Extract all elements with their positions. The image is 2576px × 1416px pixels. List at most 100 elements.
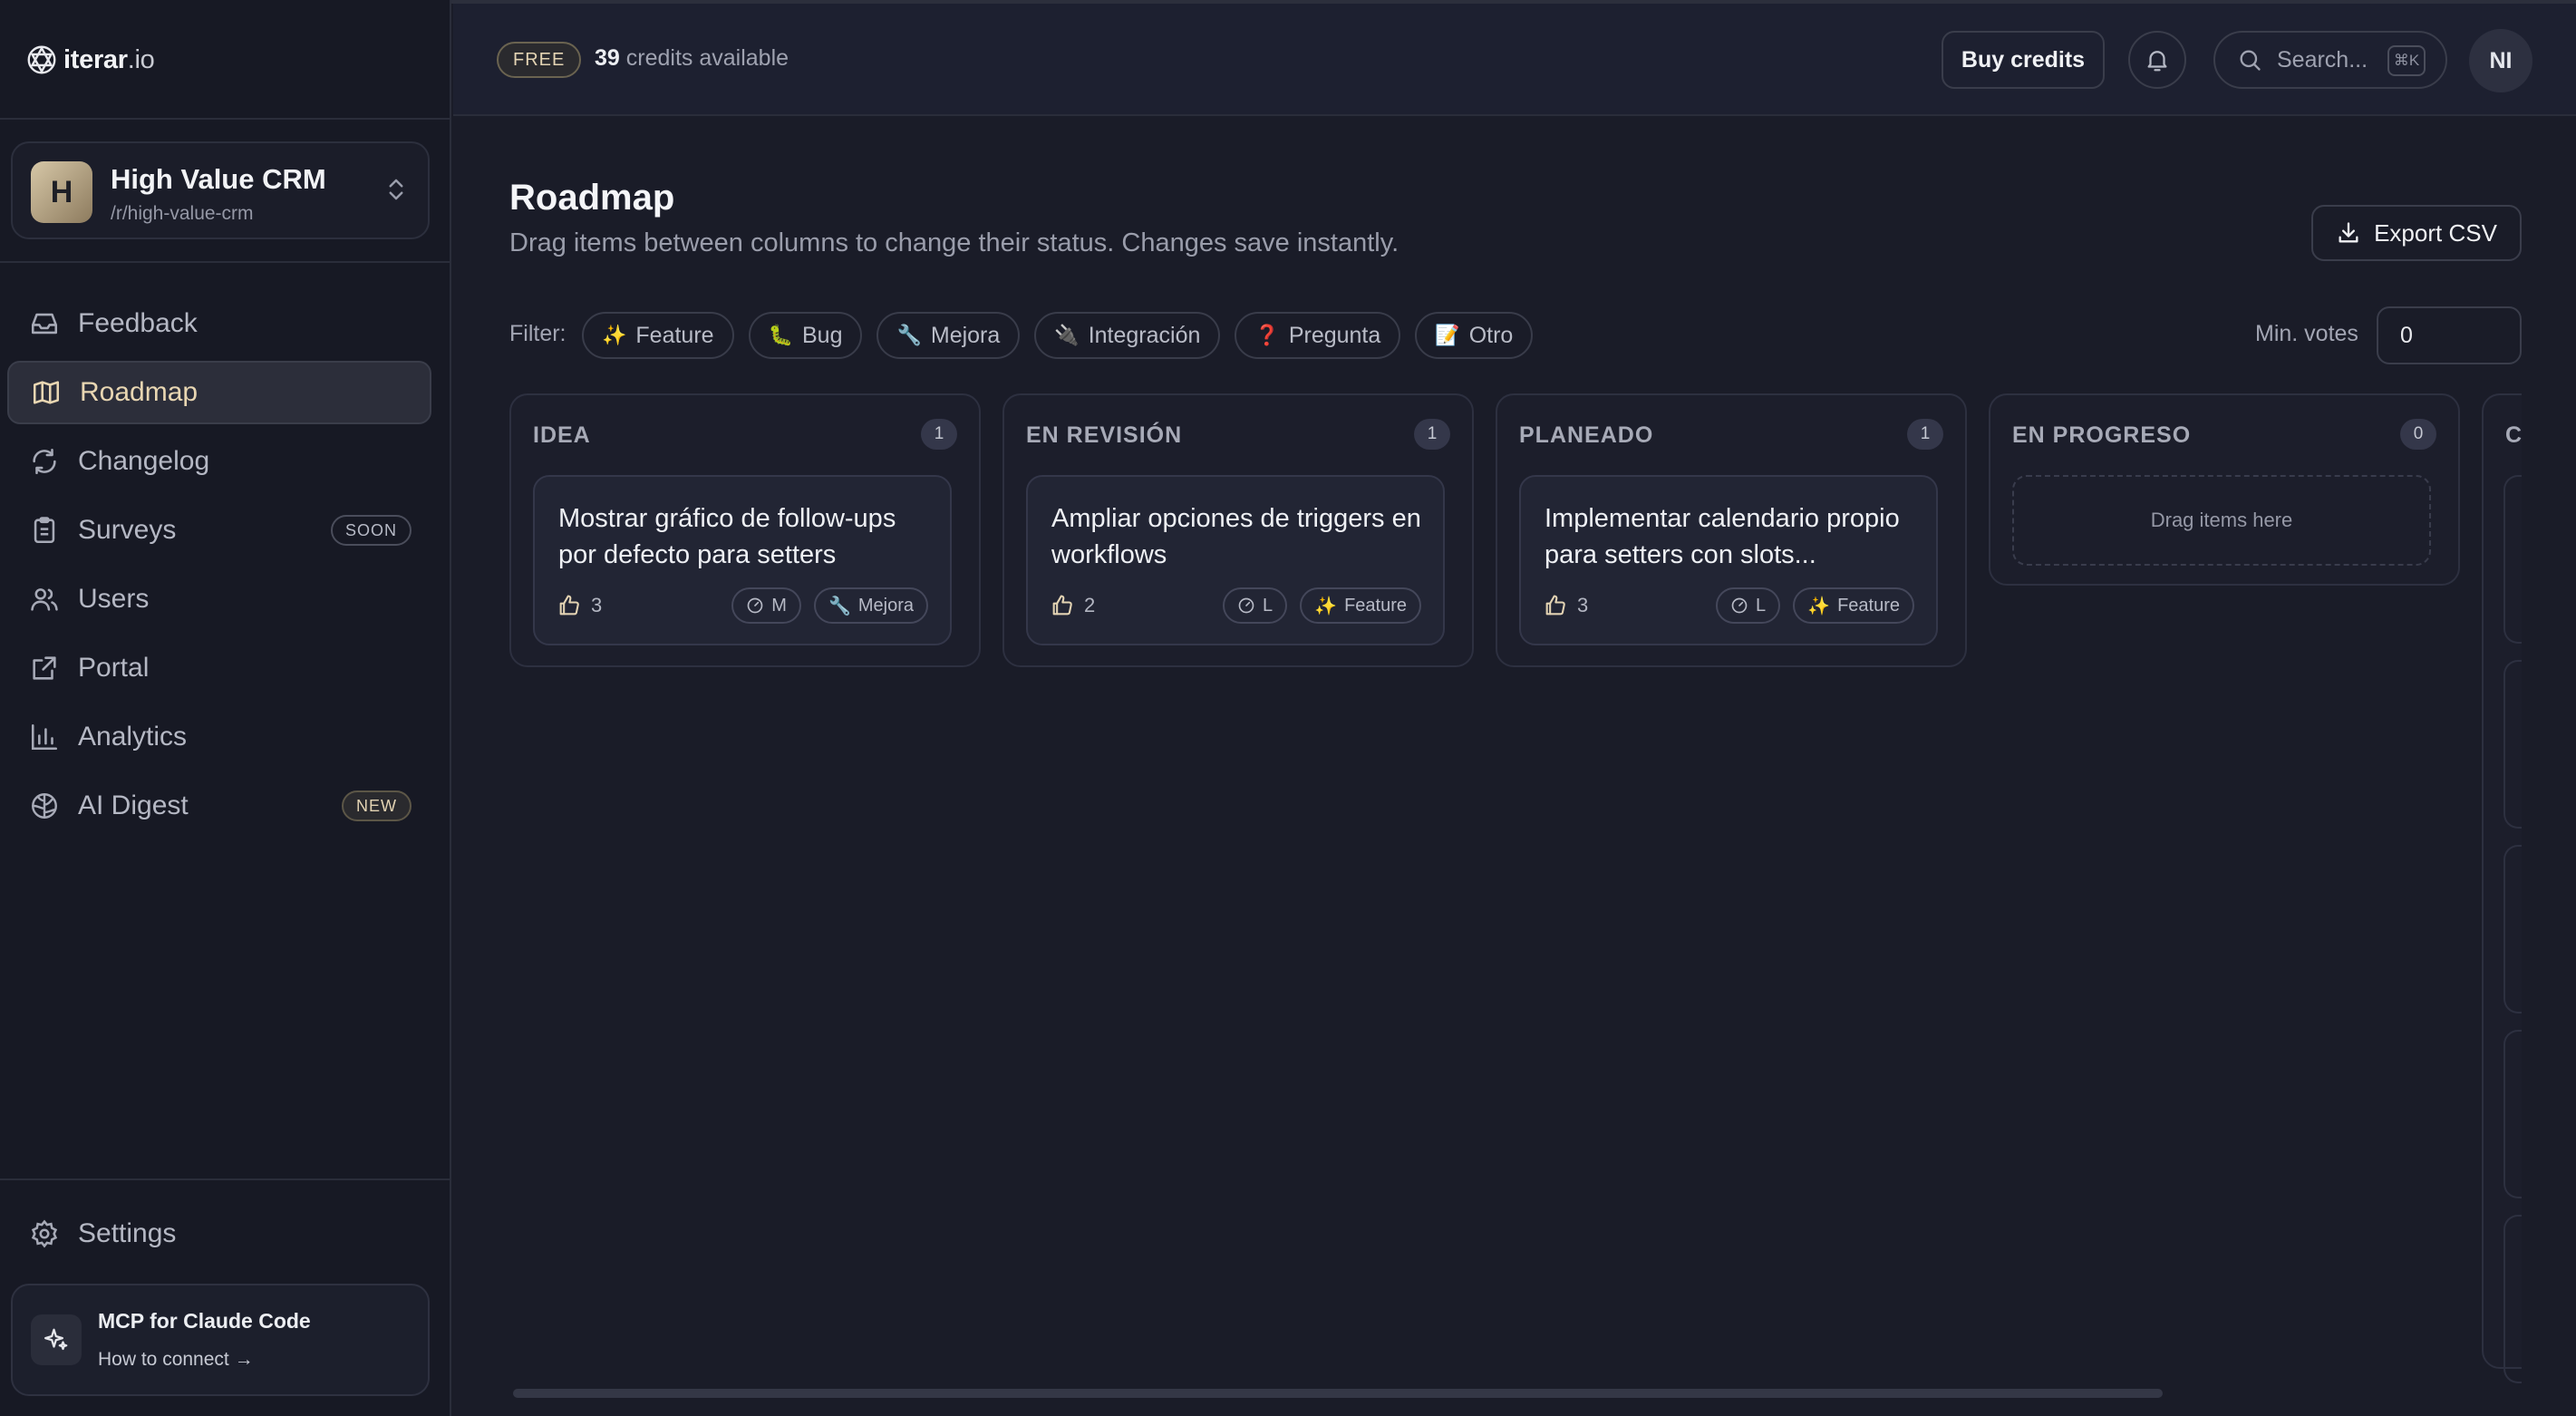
roadmap-card[interactable]: Ampliar opciones de triggers en workflow… (1026, 475, 1445, 645)
min-votes-input[interactable] (2377, 306, 2522, 364)
refresh-icon (33, 448, 56, 475)
vote-count[interactable]: 3 (1543, 593, 1588, 618)
card-tags: L ✨ Feature (1223, 587, 1421, 624)
sidebar-item-label: Portal (78, 653, 150, 683)
roadmap-card[interactable] (2503, 1215, 2522, 1383)
gauge-icon (1238, 597, 1254, 614)
column-title: EN PROGRESO (2012, 422, 2192, 448)
sidebar-item-surveys[interactable]: Surveys SOON (7, 499, 431, 562)
chip-label: Integración (1088, 322, 1201, 348)
mcp-title: MCP for Claude Code (98, 1309, 311, 1333)
search-button[interactable]: Search... ⌘K (2213, 31, 2447, 89)
filter-chip-pregunta[interactable]: ❓ Pregunta (1235, 312, 1401, 359)
new-badge: NEW (342, 790, 412, 821)
card-title: Mostrar gráfico de follow-ups por defect… (558, 504, 896, 569)
memo-emoji-icon: 📝 (1435, 324, 1460, 346)
type-tag: ✨ Feature (1793, 587, 1914, 624)
type-label: Feature (1344, 595, 1407, 616)
thumbs-up-icon (559, 595, 579, 616)
sidebar-item-roadmap[interactable]: Roadmap (7, 361, 431, 424)
board-horizontal-scrollbar[interactable] (513, 1389, 2163, 1398)
roadmap-board: IDEA 1 Mostrar gráfico de follow-ups por… (509, 393, 2522, 1391)
sidebar-item-changelog[interactable]: Changelog (7, 430, 431, 493)
card-title: Ampliar opciones de triggers en workflow… (1051, 504, 1421, 569)
column-idea: IDEA 1 Mostrar gráfico de follow-ups por… (509, 393, 981, 667)
vote-number: 2 (1084, 594, 1096, 616)
sidebar-item-settings[interactable]: Settings (29, 1218, 176, 1249)
filter-chip-feature[interactable]: ✨ Feature (582, 312, 734, 359)
sidebar-item-label: Analytics (78, 722, 188, 752)
search-icon (2240, 50, 2261, 71)
page-title: Roadmap (509, 178, 675, 218)
column-title: IDEA (533, 422, 591, 448)
project-switcher[interactable]: H High Value CRM /r/high-value-crm (11, 141, 430, 239)
type-label: Feature (1837, 595, 1900, 616)
brand-mark-icon (27, 45, 56, 74)
brand-logo[interactable]: iterar.io (25, 40, 155, 80)
filter-chip-mejora[interactable]: 🔧 Mejora (876, 312, 1021, 359)
sidebar-item-feedback[interactable]: Feedback (7, 292, 431, 355)
card-title: Implementar calendario propio para sette… (1545, 504, 1900, 569)
credits-indicator: 39 credits available (595, 45, 789, 71)
column-title: EN REVISIÓN (1026, 422, 1183, 448)
sparkles-icon (31, 1314, 82, 1365)
sidebar: iterar.io H High Value CRM /r/high-value… (0, 0, 451, 1416)
sidebar-item-label: Changelog (78, 446, 210, 476)
sidebar-item-ai-digest[interactable]: AI Digest NEW (7, 774, 431, 838)
size-tag: L (1716, 587, 1781, 624)
column-en-progreso: EN PROGRESO 0 Drag items here (1989, 393, 2460, 586)
roadmap-card[interactable] (2503, 1030, 2522, 1198)
map-icon (33, 381, 60, 404)
thumbs-up-icon (1052, 595, 1072, 616)
sidebar-divider (0, 1178, 451, 1180)
size-label: M (771, 595, 787, 616)
clipboard-icon (34, 517, 55, 544)
type-tag: ✨ Feature (1300, 587, 1421, 624)
roadmap-card[interactable] (2503, 845, 2522, 1014)
mcp-promo-card[interactable]: MCP for Claude Code How to connect → (11, 1284, 430, 1396)
sparkles-emoji-icon: ✨ (602, 324, 627, 346)
roadmap-card[interactable]: Mostrar gráfico de follow-ups por defect… (533, 475, 952, 645)
export-csv-button[interactable]: Export CSV (2311, 205, 2522, 261)
roadmap-card[interactable]: Implementar calendario propio para sette… (1519, 475, 1938, 645)
size-tag: L (1223, 587, 1288, 624)
vote-count[interactable]: 2 (1050, 593, 1095, 618)
bar-chart-icon (31, 723, 58, 751)
sidebar-divider (0, 261, 451, 263)
filter-chip-bug[interactable]: 🐛 Bug (748, 312, 863, 359)
user-avatar[interactable]: NI (2469, 29, 2532, 92)
brand-name: iterar.io (63, 44, 155, 74)
gauge-icon (1731, 597, 1748, 614)
mcp-connect-link[interactable]: How to connect → (98, 1349, 254, 1371)
vote-count[interactable]: 3 (557, 593, 602, 618)
filter-chip-otro[interactable]: 📝 Otro (1415, 312, 1534, 359)
search-shortcut: ⌘K (2387, 45, 2426, 76)
vote-number: 3 (1577, 594, 1589, 616)
size-label: L (1263, 595, 1273, 616)
plan-badge: FREE (497, 42, 582, 78)
filter-chips: ✨ Feature 🐛 Bug 🔧 Mejora 🔌 Integración ❓ Preg… (582, 312, 1534, 359)
project-avatar: H (31, 161, 92, 223)
wrench-emoji-icon: 🔧 (896, 324, 922, 346)
chip-label: Pregunta (1288, 322, 1381, 348)
sidebar-item-label: Users (78, 584, 150, 614)
sidebar-item-users[interactable]: Users (7, 567, 431, 631)
roadmap-card[interactable] (2503, 660, 2522, 829)
buy-credits-button[interactable]: Buy credits (1942, 31, 2105, 89)
project-name: High Value CRM (111, 163, 326, 195)
notifications-button[interactable] (2128, 31, 2186, 89)
filter-chip-integracion[interactable]: 🔌 Integración (1034, 312, 1221, 359)
sidebar-item-label: AI Digest (78, 790, 189, 820)
sidebar-item-analytics[interactable]: Analytics (7, 705, 431, 769)
size-tag: M (731, 587, 801, 624)
sidebar-item-portal[interactable]: Portal (7, 636, 431, 700)
vote-number: 3 (591, 594, 603, 616)
column-count: 1 (921, 419, 957, 450)
roadmap-card[interactable] (2503, 475, 2522, 644)
users-icon (31, 588, 58, 611)
min-votes-label: Min. votes (2255, 321, 2358, 346)
page-subtitle: Drag items between columns to change the… (509, 228, 1399, 257)
drop-zone[interactable]: Drag items here (2012, 475, 2431, 566)
column-title: C (2505, 422, 2522, 448)
chevrons-up-down-icon (389, 179, 403, 200)
